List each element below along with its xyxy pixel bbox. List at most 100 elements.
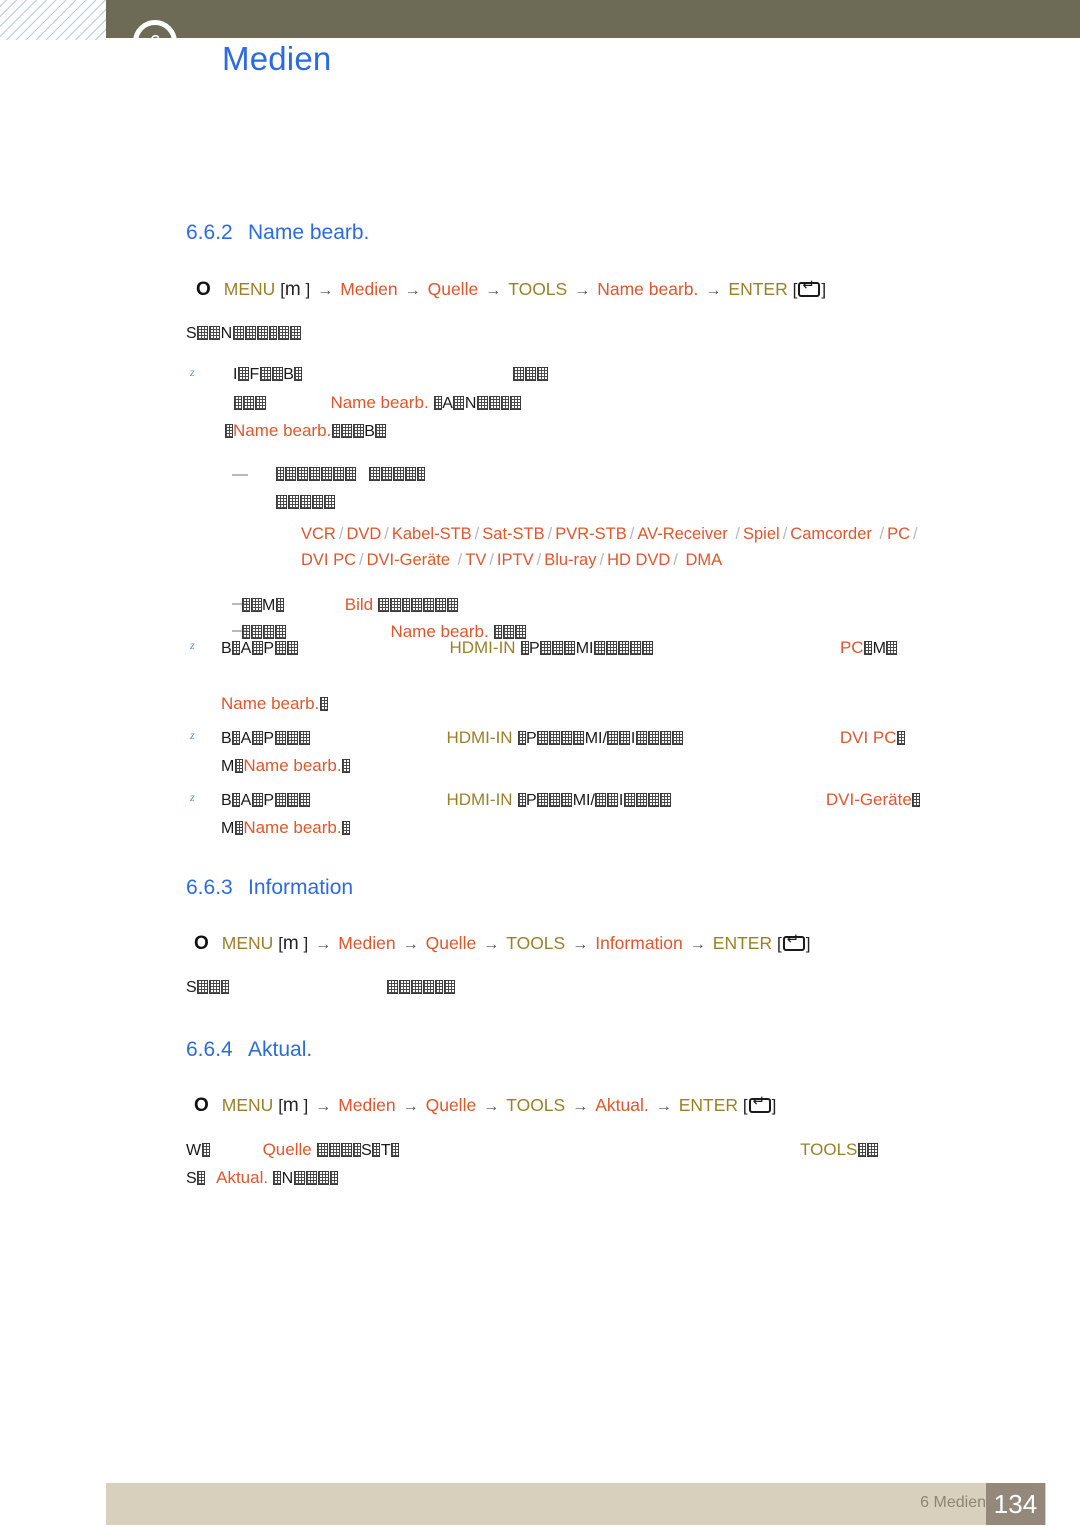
- device-tv: TV: [465, 551, 487, 569]
- term-name-bearb: Name bearb.: [243, 818, 342, 837]
- letter-p: P: [263, 640, 275, 657]
- arrow-icon: →: [402, 1098, 419, 1115]
- section-title: Information: [248, 876, 354, 899]
- label-dvi-geraete: DVI-Geräte: [825, 790, 912, 809]
- label-dvi-pc: DVI PC: [839, 728, 897, 747]
- letter-f: F: [249, 366, 260, 383]
- device-pvr-stb: PVR-STB: [555, 525, 627, 543]
- letter-b: B: [221, 730, 232, 747]
- path-enter-label: ENTER: [728, 279, 788, 299]
- sub-item-1-line-1: [275, 461, 425, 488]
- page-title: Medien: [222, 40, 332, 77]
- menu-key-label: MENU: [221, 1095, 274, 1115]
- letter-n: N: [281, 1170, 294, 1187]
- letter-s: S: [361, 1142, 372, 1159]
- letters-mi: MI: [575, 640, 594, 657]
- information-description: S: [186, 974, 455, 1001]
- chapter-number-badge: 6: [133, 20, 177, 64]
- device-av-receiver: AV-Receiver: [637, 525, 728, 543]
- path-enter-label: ENTER: [712, 933, 773, 953]
- enter-bracket: []: [777, 932, 810, 953]
- path-step-quelle: Quelle: [425, 933, 477, 953]
- list-bullet-icon: z: [190, 790, 195, 804]
- path-step-medien: Medien: [340, 279, 398, 299]
- menu-keycap: [m ]: [280, 279, 311, 300]
- letter-b: B: [364, 423, 375, 440]
- bullet-2-line-2: Name bearb.: [221, 690, 328, 718]
- letter-b: B: [221, 792, 232, 809]
- device-camcorder: Camcorder: [790, 525, 872, 543]
- bullet-4-line-2: M Name bearb.: [221, 814, 351, 842]
- sub-item-bild: M Bild: [241, 591, 459, 619]
- label-pc: PC: [839, 638, 864, 657]
- path-step-medien: Medien: [338, 933, 396, 953]
- letter-m: M: [262, 597, 276, 614]
- section-title: Name bearb.: [248, 221, 370, 244]
- letter-m: M: [221, 758, 235, 775]
- sub-item-1-line-2: [275, 489, 335, 516]
- device-pc: PC: [887, 525, 910, 543]
- menu-keycap-letter: m: [284, 279, 301, 300]
- device-dvi-pc: DVI PC: [301, 551, 357, 569]
- term-name-bearb: Name bearb.: [243, 756, 342, 775]
- arrow-icon: →: [655, 1098, 672, 1115]
- bullet-3-line-1: BAP HDMI-IN P MI/I DVI PC: [221, 724, 906, 752]
- path-step-tools: TOOLS: [506, 933, 566, 953]
- label-tools: TOOLS: [800, 1140, 858, 1159]
- arrow-icon: →: [689, 936, 706, 953]
- letter-a: A: [240, 640, 252, 657]
- letter-n: N: [464, 395, 477, 412]
- menu-key-label: MENU: [223, 279, 276, 299]
- device-type-list-line-2: DVI PC / DVI-Geräte / TV / IPTV / Blu-ray / HD DV…: [301, 551, 723, 569]
- device-spiel: Spiel: [742, 525, 780, 543]
- device-type-list-line-1: VCR / DVD / Kabel-STB / Sat-STB / PVR-STB / AV-Rec…: [301, 525, 918, 543]
- enter-key-icon: [798, 278, 821, 297]
- path-step-aktual: Aktual.: [595, 1095, 649, 1115]
- path-bullet-icon: O: [194, 933, 209, 954]
- path-step-medien: Medien: [338, 1095, 396, 1115]
- footer-chapter-label: 6 Medien: [920, 1494, 986, 1511]
- term-name-bearb: Name bearb.: [233, 421, 332, 440]
- aktual-description-line-1: W Quelle ST TOOLS: [186, 1136, 878, 1164]
- letter-a: A: [240, 730, 252, 747]
- path-step-name-bearb: Name bearb.: [597, 279, 699, 299]
- term-name-bearb: Name bearb.: [330, 393, 429, 412]
- term-quelle: Quelle: [262, 1140, 312, 1159]
- device-dvi-geraete: DVI-Geräte: [366, 551, 451, 569]
- device-kabel-stb: Kabel-STB: [391, 525, 472, 543]
- bullet-3-line-2: M Name bearb.: [221, 752, 351, 780]
- bullet-1-line-2: Name bearb. AN: [233, 389, 521, 417]
- bullet-4-line-1: BAP HDMI-IN P MI/I DVI-Geräte: [221, 786, 921, 814]
- arrow-icon: →: [402, 936, 419, 953]
- letter-a: A: [442, 395, 453, 412]
- menu-path-name-bearb: O MENU [m ] → Medien → Quelle → TOOLS → Name bear…: [196, 278, 826, 301]
- term-bild: Bild: [344, 595, 374, 614]
- menu-keycap-letter: m: [282, 933, 299, 954]
- section-number: 6.6.2: [186, 221, 233, 244]
- arrow-icon: →: [572, 1098, 589, 1115]
- name-bearb-intro: SN: [186, 320, 301, 347]
- menu-keycap: [m ]: [278, 933, 309, 954]
- section-number: 6.6.4: [186, 1038, 233, 1061]
- arrow-icon: →: [574, 282, 591, 299]
- letter-p: P: [263, 730, 275, 747]
- letter-b: B: [283, 366, 294, 383]
- path-bullet-icon: O: [194, 1095, 209, 1116]
- enter-bracket: []: [793, 278, 826, 299]
- intro-letter-s: S: [186, 325, 197, 342]
- path-step-information: Information: [595, 933, 683, 953]
- arrow-icon: →: [705, 282, 722, 299]
- path-step-tools: TOOLS: [506, 1095, 566, 1115]
- enter-bracket: []: [743, 1094, 776, 1115]
- label-hdmi-in: HDMI-IN: [446, 728, 513, 747]
- arrow-icon: →: [315, 936, 332, 953]
- label-hdmi-in: HDMI-IN: [446, 790, 513, 809]
- term-name-bearb: Name bearb.: [221, 694, 320, 713]
- device-iptv: IPTV: [496, 551, 534, 569]
- arrow-icon: →: [485, 282, 502, 299]
- header-bar: [106, 0, 1080, 38]
- aktual-description-line-2: S Aktual. N: [186, 1164, 338, 1192]
- chapter-number: 6: [149, 32, 161, 54]
- path-step-quelle: Quelle: [425, 1095, 477, 1115]
- device-blu-ray: Blu-ray: [544, 551, 597, 569]
